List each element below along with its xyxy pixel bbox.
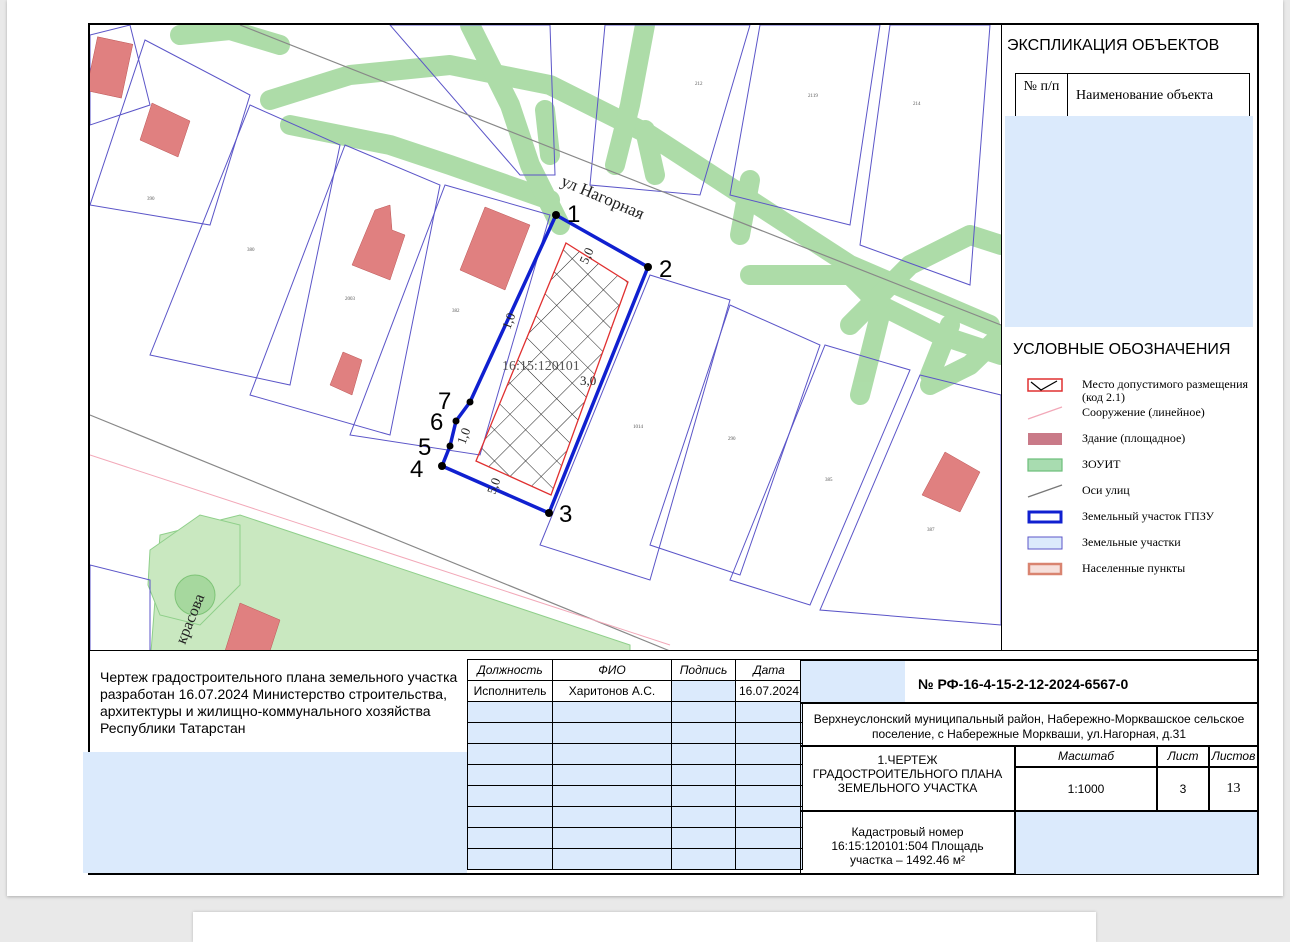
executor-signature bbox=[671, 680, 736, 702]
sheet-value: 3 bbox=[1157, 767, 1209, 811]
street-axis-icon bbox=[1027, 484, 1063, 498]
sheets-header: Листов bbox=[1209, 746, 1258, 767]
explication-title: ЭКСПЛИКАЦИЯ ОБЪЕКТОВ bbox=[1007, 37, 1220, 54]
drawing-title-cell: 1.ЧЕРТЕЖ ГРАДОСТРОИТЕЛЬНОГО ПЛАНА ЗЕМЕЛЬ… bbox=[800, 746, 1015, 811]
legend-item: Земельный участок ГПЗУ bbox=[1027, 510, 1255, 536]
stamp-left-area bbox=[83, 752, 467, 873]
hatched-placement-icon bbox=[1027, 378, 1063, 392]
legend-label: Оси улиц bbox=[1082, 483, 1130, 497]
next-page-sheet bbox=[193, 912, 1096, 942]
executor-name: Харитонов А.С. bbox=[552, 680, 672, 702]
signature-table: Должность ФИО Подпись Дата Исполнитель Х… bbox=[467, 659, 804, 870]
executor-position: Исполнитель bbox=[467, 680, 553, 702]
linear-structure-icon bbox=[1027, 406, 1063, 420]
legend-label: Сооружение (линейное) bbox=[1082, 405, 1205, 419]
header-signature: Подпись bbox=[671, 659, 736, 681]
divider bbox=[90, 650, 1258, 651]
header-date: Дата bbox=[734, 659, 804, 681]
header-position: Должность bbox=[467, 659, 553, 681]
legend-item: Оси улиц bbox=[1027, 484, 1255, 510]
scale-value: 1:1000 bbox=[1015, 767, 1157, 811]
legend: Место допустимого размещения (код 2.1) С… bbox=[1027, 378, 1255, 588]
legend-label: Населенные пункты bbox=[1082, 561, 1186, 575]
scale-header: Масштаб bbox=[1015, 746, 1157, 767]
legend-item: ЗОУИТ bbox=[1027, 458, 1255, 484]
legend-label: Здание (площадное) bbox=[1082, 431, 1186, 445]
legend-title: УСЛОВНЫЕ ОБОЗНАЧЕНИЯ bbox=[1013, 341, 1231, 358]
explication-col-number: № п/п bbox=[1016, 74, 1068, 117]
legend-item: Сооружение (линейное) bbox=[1027, 406, 1255, 432]
address-cell: Верхнеуслонский муниципальный район, Наб… bbox=[800, 703, 1258, 746]
explication-table: № п/п Наименование объекта bbox=[1015, 73, 1250, 118]
building-icon bbox=[1027, 432, 1063, 446]
executor-date: 16.07.2024 bbox=[734, 680, 804, 702]
legend-item: Населенные пункты bbox=[1027, 562, 1255, 588]
legend-item: Земельные участки bbox=[1027, 536, 1255, 562]
sheets-value: 13 bbox=[1209, 767, 1258, 811]
land-parcels-icon bbox=[1027, 536, 1063, 550]
blank-cell bbox=[1015, 811, 1258, 875]
settlements-icon bbox=[1027, 562, 1063, 576]
document-number: № РФ-16-4-15-2-12-2024-6567-0 bbox=[918, 676, 1129, 692]
legend-label: Место допустимого размещения (код 2.1) bbox=[1082, 377, 1249, 404]
legend-item: Место допустимого размещения (код 2.1) bbox=[1027, 378, 1255, 406]
legend-item: Здание (площадное) bbox=[1027, 432, 1255, 458]
cadastral-cell: Кадастровый номер 16:15:120101:504 Площа… bbox=[800, 811, 1015, 875]
explication-body bbox=[1005, 116, 1253, 327]
header-name: ФИО bbox=[552, 659, 672, 681]
legend-label: ЗОУИТ bbox=[1082, 457, 1121, 471]
gpzu-parcel-icon bbox=[1027, 510, 1063, 524]
stamp-left-text: Чертеж градостроительного плана земельно… bbox=[100, 669, 458, 736]
explication-col-name: Наименование объекта bbox=[1076, 88, 1214, 103]
legend-label: Земельные участки bbox=[1082, 535, 1181, 549]
legend-label: Земельный участок ГПЗУ bbox=[1082, 509, 1215, 523]
document-number-cell: № РФ-16-4-15-2-12-2024-6567-0 bbox=[800, 659, 1258, 703]
sheet-header: Лист bbox=[1157, 746, 1209, 767]
zone-icon bbox=[1027, 458, 1063, 472]
